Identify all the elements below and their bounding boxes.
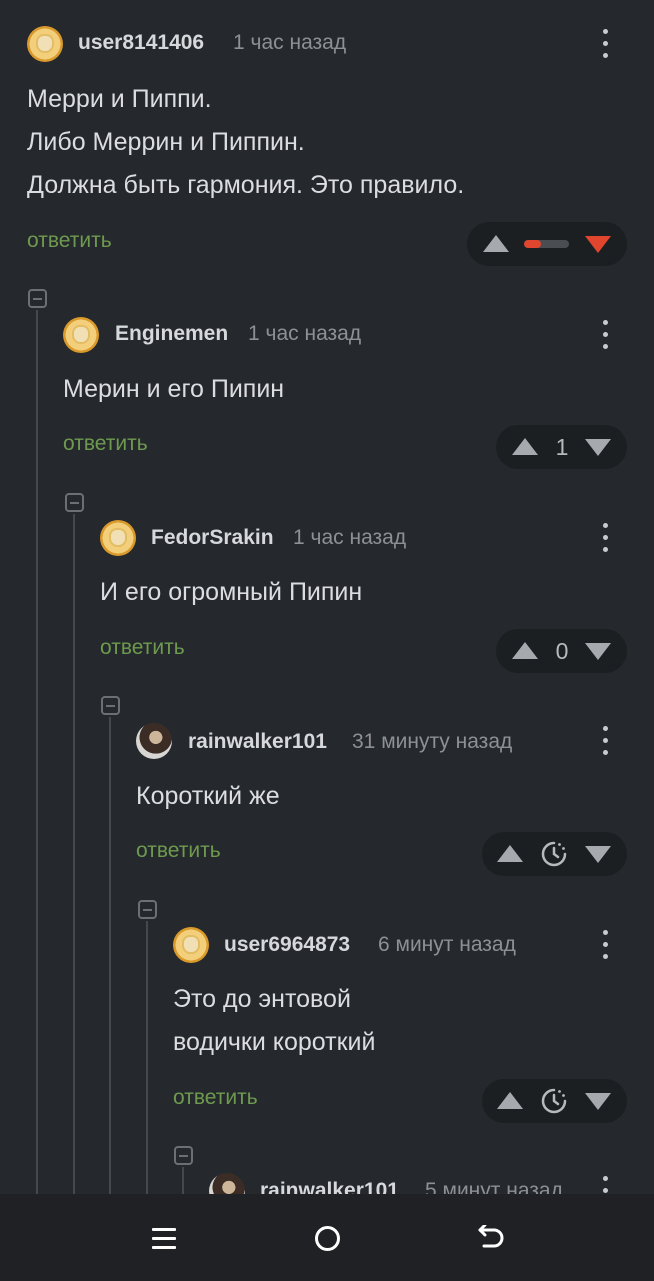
rating-score: 1	[555, 434, 569, 460]
clock-icon	[541, 841, 567, 867]
clock-icon	[541, 1088, 567, 1114]
comment-text-line: водички короткий	[173, 1028, 376, 1056]
comment-time: 1 час назад	[248, 322, 362, 345]
rating-control: 0	[496, 629, 627, 673]
reply-button[interactable]: ответить	[27, 229, 112, 253]
reply-button[interactable]: ответить	[136, 839, 221, 863]
upvote-icon[interactable]	[512, 438, 538, 455]
comment-text-line: Мерри и Пиппи.	[27, 85, 212, 113]
reply-button[interactable]: ответить	[63, 432, 148, 456]
comment-text-line: Мерин и его Пипин	[63, 375, 285, 403]
collapse-thread-button[interactable]	[101, 696, 120, 715]
rating-control	[482, 1079, 627, 1123]
thread-line	[109, 717, 111, 1194]
upvote-icon[interactable]	[497, 1092, 523, 1109]
rating-bar	[524, 240, 569, 248]
user-avatar[interactable]	[63, 317, 99, 353]
more-options-icon[interactable]	[593, 26, 617, 62]
collapse-thread-button[interactable]	[65, 493, 84, 512]
more-options-icon[interactable]	[593, 723, 617, 759]
comment-time: 31 минуту назад	[352, 730, 513, 753]
rating-score: 0	[555, 638, 569, 664]
thread-line	[36, 310, 38, 1194]
thread-line	[182, 1167, 184, 1194]
comment-text-line: Это до энтовой	[173, 985, 351, 1013]
more-options-icon[interactable]	[593, 520, 617, 556]
comment-username[interactable]: user6964873	[224, 933, 350, 957]
downvote-icon[interactable]	[585, 643, 611, 660]
comment-time: 1 час назад	[233, 31, 347, 54]
comment-text-line: И его огромный Пипин	[100, 578, 363, 606]
recent-apps-icon[interactable]	[152, 1226, 176, 1250]
more-options-icon[interactable]	[593, 317, 617, 353]
collapse-thread-button[interactable]	[28, 289, 47, 308]
upvote-icon[interactable]	[512, 642, 538, 659]
downvote-icon[interactable]	[585, 439, 611, 456]
collapse-thread-button[interactable]	[138, 900, 157, 919]
user-avatar[interactable]	[100, 520, 136, 556]
reply-button[interactable]: ответить	[173, 1086, 258, 1110]
user-avatar[interactable]	[136, 723, 172, 759]
comment-text-line: Короткий же	[136, 782, 280, 810]
downvote-icon[interactable]	[585, 236, 611, 253]
comment-username[interactable]: rainwalker101	[188, 730, 327, 754]
user-avatar[interactable]	[173, 927, 209, 963]
home-icon[interactable]	[315, 1226, 340, 1251]
back-icon[interactable]	[477, 1225, 505, 1251]
comment-time: 6 минут назад	[378, 933, 516, 956]
downvote-icon[interactable]	[585, 846, 611, 863]
comment-username[interactable]: Enginemen	[115, 322, 228, 346]
system-navigation-bar	[0, 1194, 654, 1281]
comment-username[interactable]: user8141406	[78, 31, 204, 55]
comment-username[interactable]: FedorSrakin	[151, 526, 274, 550]
collapse-thread-button[interactable]	[174, 1146, 193, 1165]
downvote-icon[interactable]	[585, 1093, 611, 1110]
user-avatar[interactable]	[27, 26, 63, 62]
thread-line	[146, 921, 148, 1194]
reply-button[interactable]: ответить	[100, 636, 185, 660]
rating-control	[467, 222, 627, 266]
thread-line	[73, 514, 75, 1194]
comment-time: 1 час назад	[293, 526, 407, 549]
comment-text-line: Либо Меррин и Пиппин.	[27, 128, 305, 156]
upvote-icon[interactable]	[497, 845, 523, 862]
upvote-icon[interactable]	[483, 235, 509, 252]
more-options-icon[interactable]	[593, 927, 617, 963]
comment-text-line: Должна быть гармония. Это правило.	[27, 171, 465, 199]
rating-control	[482, 832, 627, 876]
rating-control: 1	[496, 425, 627, 469]
